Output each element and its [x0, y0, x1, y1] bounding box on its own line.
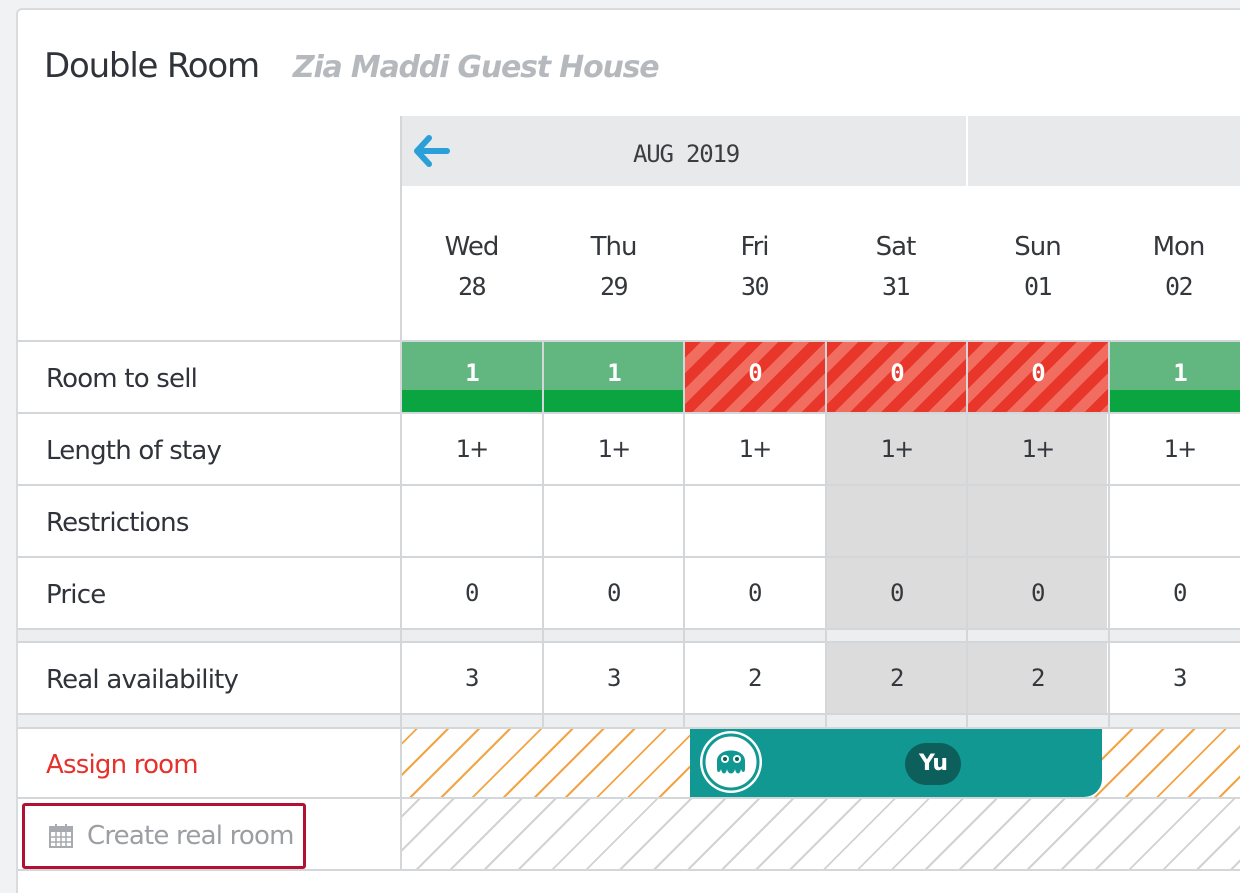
section-separator [18, 715, 1240, 727]
guest-avatar [700, 731, 762, 793]
length-of-stay-cell[interactable]: 1+ [827, 414, 966, 484]
price-cell[interactable]: 0 [968, 558, 1107, 628]
real-availability-cell: 2 [968, 643, 1107, 713]
day-of-week: Sun [1014, 232, 1061, 262]
length-of-stay-cell[interactable]: 1+ [402, 414, 541, 484]
room-to-sell-cell[interactable]: 0 [827, 342, 967, 412]
price-cell[interactable]: 0 [402, 558, 541, 628]
grid-line [18, 869, 1240, 871]
day-of-week: Fri [740, 232, 770, 262]
day-header: Sat 31 [825, 228, 966, 306]
room-calendar-card: Double Room Zia Maddi Guest House AUG 20… [16, 8, 1240, 893]
day-date: 02 [1164, 272, 1194, 301]
create-real-room-label: Create real room [87, 821, 294, 851]
row-label-price: Price [46, 580, 106, 610]
room-to-sell-cell[interactable]: 0 [968, 342, 1108, 412]
length-of-stay-cell[interactable]: 1+ [544, 414, 683, 484]
price-cell[interactable]: 0 [1110, 558, 1240, 628]
day-date: 28 [457, 272, 487, 301]
grid-line [18, 713, 1240, 715]
create-real-room-button[interactable]: Create real room [22, 803, 306, 869]
room-title: Double Room [44, 46, 260, 86]
month-divider [966, 116, 968, 186]
price-cell[interactable]: 0 [827, 558, 966, 628]
grid-line [18, 727, 1240, 729]
real-availability-cell: 3 [1173, 664, 1187, 692]
grid-line [542, 340, 544, 729]
grid-line [18, 484, 1240, 486]
restrictions-cell[interactable] [544, 486, 683, 556]
grid-line [18, 556, 1240, 558]
grid-line [966, 340, 968, 729]
row-label-real-availability: Real availability [46, 665, 239, 695]
real-availability-cell: 3 [607, 664, 621, 692]
create-room-track [401, 799, 1240, 869]
grid-line [18, 340, 1240, 342]
month-bar: AUG 2019 [401, 116, 1240, 186]
grid-line [18, 412, 1240, 414]
row-label-length-of-stay: Length of stay [46, 436, 222, 466]
grid-line [1108, 340, 1110, 729]
day-header: Wed 28 [401, 228, 542, 306]
card-header: Double Room Zia Maddi Guest House [44, 46, 660, 86]
real-availability-cell: 2 [748, 664, 762, 692]
restrictions-cell[interactable] [968, 486, 1107, 556]
grid-line [18, 628, 1240, 630]
guest-initials-badge: Yu [905, 743, 961, 785]
day-of-week: Mon [1152, 232, 1206, 262]
day-date: 30 [740, 272, 770, 301]
month-label: AUG 2019 [633, 140, 740, 168]
length-of-stay-cell[interactable]: 1+ [1110, 414, 1240, 484]
length-of-stay-cell[interactable]: 1+ [685, 414, 824, 484]
day-header: Thu 29 [543, 228, 684, 306]
grid-line [18, 797, 1240, 799]
row-label-restrictions: Restrictions [46, 508, 189, 538]
room-to-sell-cell[interactable]: 1 [1110, 342, 1240, 412]
grid-line [18, 641, 1240, 643]
property-name: Zia Maddi Guest House [292, 50, 660, 85]
restrictions-cell[interactable] [1110, 486, 1240, 556]
restrictions-cell[interactable] [685, 486, 824, 556]
prev-month-button[interactable] [411, 134, 451, 168]
price-cell[interactable]: 0 [544, 558, 683, 628]
row-label-room-to-sell: Room to sell [46, 364, 198, 394]
day-header: Sun 01 [967, 228, 1108, 306]
day-date: 01 [1023, 272, 1053, 301]
booking-bar[interactable]: Yu [690, 729, 1102, 797]
price-cell[interactable]: 0 [685, 558, 824, 628]
day-of-week: Wed [444, 232, 500, 262]
arrow-left-icon [414, 135, 450, 167]
day-header: Mon 02 [1108, 228, 1240, 306]
assign-room-link[interactable]: Assign room [46, 750, 199, 780]
restrictions-cell[interactable] [827, 486, 966, 556]
room-to-sell-cell[interactable]: 1 [402, 342, 542, 412]
octopus-avatar-icon [702, 733, 760, 791]
room-to-sell-cell[interactable]: 0 [685, 342, 825, 412]
grid-line [400, 116, 402, 871]
day-date: 29 [599, 272, 629, 301]
restrictions-cell[interactable] [402, 486, 541, 556]
day-date: 31 [881, 272, 911, 301]
day-header: Fri 30 [684, 228, 825, 306]
calendar-icon [49, 824, 73, 848]
length-of-stay-cell[interactable]: 1+ [968, 414, 1107, 484]
day-of-week: Thu [590, 232, 638, 262]
room-to-sell-cell[interactable]: 1 [544, 342, 684, 412]
real-availability-cell: 3 [465, 664, 479, 692]
day-of-week: Sat [875, 232, 917, 262]
grid-line [683, 340, 685, 729]
real-availability-cell: 2 [827, 643, 966, 713]
grid-line [825, 340, 827, 729]
